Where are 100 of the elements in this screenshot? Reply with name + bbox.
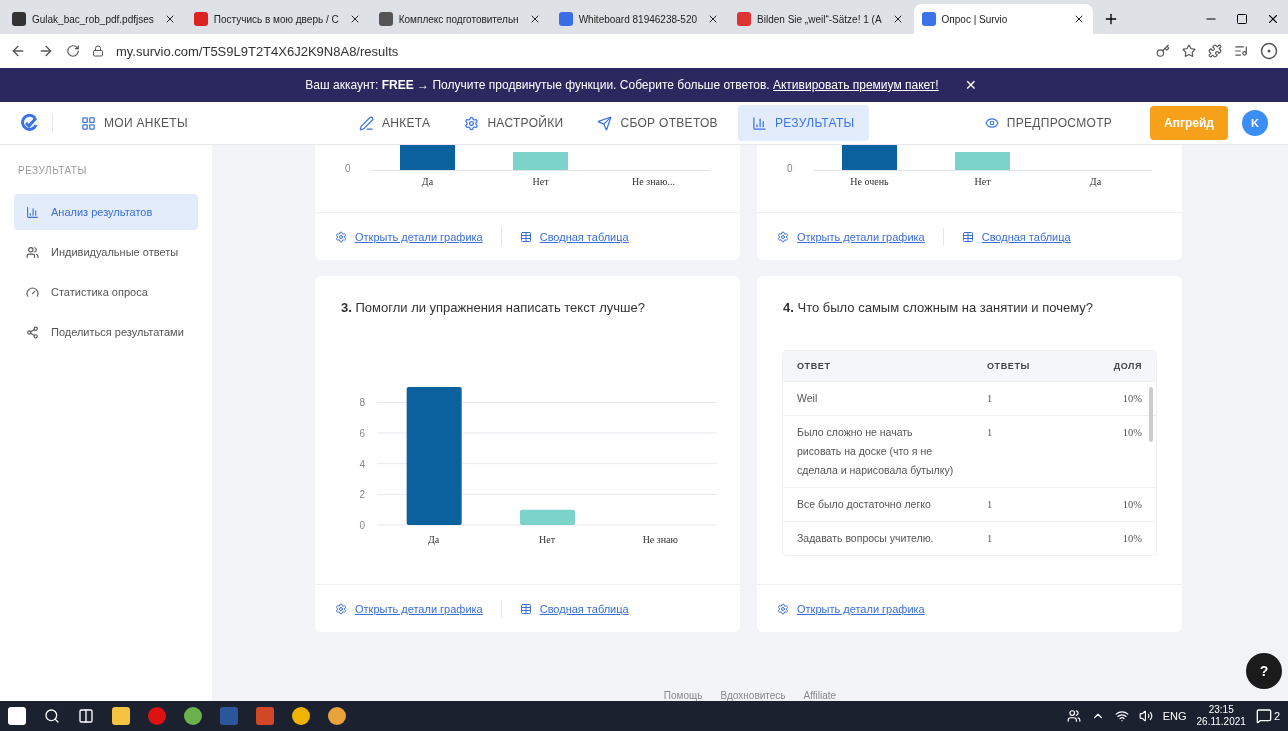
bar-chart-icon [751, 115, 767, 131]
wifi-icon[interactable] [1114, 709, 1129, 723]
gear-icon [777, 602, 789, 615]
puzzle-icon[interactable] [1208, 44, 1222, 58]
table-cell: 1 [973, 381, 1075, 415]
table-icon [961, 230, 974, 243]
account-message: Ваш аккаунт: FREE → Получите продвинутые функции. Соберите больше ответов. Активировать премиум пакет! [305, 78, 939, 92]
forward-icon[interactable] [38, 43, 54, 59]
favicon-icon [378, 12, 393, 26]
eye-icon [984, 116, 999, 130]
axis-tick: 8 [359, 397, 365, 409]
pen-icon [359, 115, 374, 131]
favicon-icon [193, 12, 208, 26]
question-title: 4. Что было самым сложным на занятии и почему? [782, 299, 1094, 315]
playlist-icon[interactable] [1234, 44, 1248, 58]
premium-link[interactable]: Активировать премиум пакет! [773, 78, 939, 92]
table-icon [519, 602, 532, 615]
share-icon [26, 325, 39, 339]
scrollbar[interactable] [1149, 387, 1153, 442]
gear-icon [335, 602, 347, 615]
back-icon[interactable] [10, 43, 26, 59]
axis-label: Да [1089, 176, 1102, 187]
browser-tab[interactable]: Постучись в мою дверь / С [185, 4, 369, 34]
help-button[interactable]: ? [1246, 653, 1282, 689]
task-view-icon[interactable] [78, 708, 94, 724]
logo-icon[interactable] [20, 114, 38, 132]
axis-tick: 0 [345, 163, 352, 174]
notifications-icon [1255, 708, 1272, 724]
table-cell: 1 [973, 415, 1075, 487]
star-icon[interactable] [1182, 44, 1196, 58]
send-icon [597, 115, 613, 131]
table-cell: Было сложно не начать рисовать на доске (что я не сделала и нарисовала бутылку) [783, 415, 973, 487]
table-cell: 1 [973, 487, 1075, 521]
nav-tab[interactable]: НАСТРОЙКИ [450, 105, 578, 141]
table-cell: 10% [1074, 521, 1156, 555]
chart-details-link[interactable]: Открыть детали графика [777, 602, 925, 615]
table-cell: 1 [973, 521, 1075, 555]
chart-details-link[interactable]: Открыть детали графика [335, 230, 483, 243]
summary-table-link[interactable]: Сводная таблица [519, 602, 629, 615]
summary-table-link[interactable]: Сводная таблица [519, 230, 629, 243]
browser-tab[interactable]: Gulak_bac_rob_pdf.pdfjses [4, 4, 184, 34]
key-icon[interactable] [1156, 44, 1170, 58]
my-surveys-button[interactable]: МОИ АНКЕТЫ [67, 105, 202, 141]
close-button[interactable]: ✕ [958, 76, 983, 94]
axis-label: Нет [539, 534, 555, 545]
axis-tick: 0 [359, 520, 365, 531]
table-cell: Weil [783, 381, 973, 415]
browser-tab[interactable]: Bilden Sie „weil“-Sätze! 1 (A [729, 4, 912, 34]
clock[interactable]: 23:15 26.11.2021 [1196, 704, 1246, 728]
reload-icon[interactable] [66, 44, 80, 58]
axis-label: Не знаю... [632, 176, 675, 187]
axis-label: Не знаю [642, 534, 678, 545]
browser-tab[interactable]: Опрос | Survio [913, 4, 1094, 34]
browser-tab[interactable]: Whiteboard 81946238-520 [550, 4, 728, 34]
axis-label: Да [421, 176, 434, 187]
maximize-icon[interactable] [1236, 13, 1248, 25]
column-header: ОТВЕТ [783, 351, 973, 381]
people-icon [26, 245, 39, 259]
gauge-icon [26, 285, 39, 299]
axis-tick: 2 [359, 489, 365, 501]
nav-tab[interactable]: СБОР ОТВЕТОВ [583, 105, 732, 141]
favicon-icon [921, 12, 936, 26]
axis-label: Нет [974, 176, 991, 187]
gear-icon [335, 230, 347, 243]
close-icon[interactable] [1266, 12, 1280, 26]
notifications-button[interactable]: 2 [1255, 708, 1280, 724]
favicon-icon [737, 12, 752, 26]
gear-icon [777, 230, 789, 243]
axis-label: Не очень [850, 176, 889, 187]
axis-label: Да [428, 534, 440, 545]
table-cell: 10% [1074, 487, 1156, 521]
table-cell: Задавать вопросы учителю. [783, 521, 973, 555]
table-cell: Все было достаточно легко [783, 487, 973, 521]
language-indicator[interactable]: ENG [1162, 710, 1187, 722]
sidebar-item[interactable]: Анализ результатов [14, 194, 198, 230]
favicon-icon [558, 12, 573, 26]
column-header: ОТВЕТЫ [973, 351, 1075, 381]
sidebar-heading: РЕЗУЛЬТАТЫ [18, 165, 88, 176]
volume-icon[interactable] [1138, 709, 1153, 723]
chart-details-link[interactable]: Открыть детали графика [777, 230, 925, 243]
axis-tick: 6 [359, 428, 365, 439]
browser-tab[interactable]: Комплекс подготовительн [370, 4, 549, 34]
profile-icon[interactable] [1260, 42, 1278, 60]
people-icon[interactable] [1066, 709, 1081, 723]
search-icon[interactable] [44, 708, 60, 724]
axis-label: Нет [532, 176, 549, 187]
sidebar-item[interactable]: Статистика опроса [14, 274, 198, 310]
nav-tab[interactable]: АНКЕТА [345, 105, 445, 141]
axis-tick: 0 [787, 163, 794, 174]
favicon-icon [12, 12, 26, 26]
preview-button[interactable]: ПРЕДПРОСМОТР [970, 105, 1127, 141]
column-header: ДОЛЯ [1074, 351, 1156, 381]
sidebar-item[interactable]: Индивидуальные ответы [14, 234, 198, 270]
table-icon [519, 230, 532, 243]
sidebar-item[interactable]: Поделиться результатами [14, 314, 198, 350]
gear-icon [464, 115, 480, 131]
summary-table-link[interactable]: Сводная таблица [961, 230, 1071, 243]
chart-details-link[interactable]: Открыть детали графика [335, 602, 483, 615]
lock-icon [92, 45, 104, 57]
nav-tab[interactable]: РЕЗУЛЬТАТЫ [737, 105, 869, 141]
